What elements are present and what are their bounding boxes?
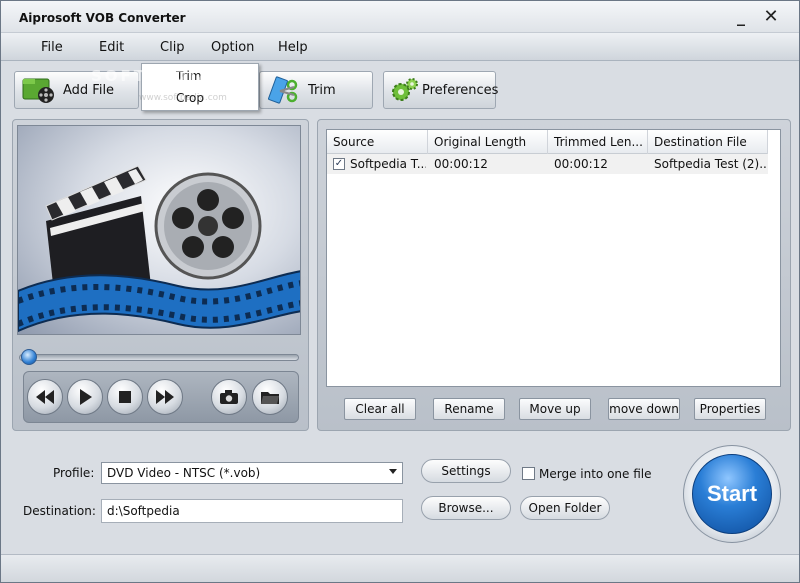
seek-bar[interactable] xyxy=(19,354,299,361)
open-folder-button[interactable]: Open Folder xyxy=(520,496,610,520)
destination-label: Destination: xyxy=(23,504,96,518)
rewind-icon xyxy=(36,390,54,404)
merge-checkbox[interactable] xyxy=(522,467,535,480)
profile-select[interactable]: DVD Video - NTSC (*.vob) xyxy=(101,462,403,484)
column-trimmed-length[interactable]: Trimmed Len... xyxy=(548,130,648,154)
trim-label: Trim xyxy=(308,82,336,98)
preferences-label: Preferences xyxy=(422,82,499,98)
column-source[interactable]: Source xyxy=(327,130,428,154)
menu-option[interactable]: Option xyxy=(211,40,254,55)
seek-thumb[interactable] xyxy=(21,349,37,365)
preferences-button[interactable]: Preferences xyxy=(383,71,499,109)
fast-forward-icon xyxy=(156,390,174,404)
column-destination-file[interactable]: Destination File xyxy=(648,130,768,154)
profile-value: DVD Video - NTSC (*.vob) xyxy=(107,466,261,480)
move-down-button[interactable]: move down xyxy=(608,398,680,420)
minimize-button[interactable]: _ xyxy=(731,7,751,27)
menu-help[interactable]: Help xyxy=(278,40,308,55)
status-bar xyxy=(1,554,799,582)
chevron-down-icon xyxy=(389,469,397,474)
softpedia-watermark-url: www.softpedia.com xyxy=(139,93,227,103)
play-icon xyxy=(80,389,92,405)
trim-button[interactable]: Trim xyxy=(259,71,373,109)
title-bar[interactable]: Aiprosoft VOB Converter _ ✕ xyxy=(1,1,799,33)
fast-forward-button[interactable] xyxy=(147,379,183,415)
folder-icon xyxy=(261,392,279,404)
rename-button[interactable]: Rename xyxy=(433,398,505,420)
cell-source: Softpedia T... xyxy=(350,157,426,171)
close-button[interactable]: ✕ xyxy=(761,7,781,27)
softpedia-watermark: SOFTPEDIA xyxy=(91,67,213,85)
menu-clip[interactable]: Clip xyxy=(160,40,185,55)
stop-button[interactable] xyxy=(107,379,143,415)
gears-icon xyxy=(390,75,420,105)
snapshot-button[interactable] xyxy=(211,379,247,415)
play-button[interactable] xyxy=(67,379,103,415)
merge-label: Merge into one file xyxy=(539,467,652,481)
table-row[interactable]: ✓ Softpedia T... 00:00:12 00:00:12 Softp… xyxy=(327,154,768,174)
add-file-icon xyxy=(21,75,57,105)
cell-trimmed-length: 00:00:12 xyxy=(554,157,608,171)
start-label: Start xyxy=(706,481,758,506)
rewind-button[interactable] xyxy=(27,379,63,415)
menu-edit[interactable]: Edit xyxy=(99,40,124,55)
cell-original-length: 00:00:12 xyxy=(434,157,488,171)
profile-label: Profile: xyxy=(53,466,95,480)
stop-icon xyxy=(119,391,131,403)
start-button-inner: Start xyxy=(692,454,772,534)
clear-all-button[interactable]: Clear all xyxy=(344,398,416,420)
move-up-button[interactable]: Move up xyxy=(519,398,591,420)
column-original-length[interactable]: Original Length xyxy=(428,130,548,154)
destination-input[interactable] xyxy=(101,499,403,523)
video-preview xyxy=(17,125,301,335)
browse-button[interactable]: Browse... xyxy=(421,496,511,520)
scissors-film-icon xyxy=(266,75,302,105)
properties-button[interactable]: Properties xyxy=(694,398,766,420)
window-title: Aiprosoft VOB Converter xyxy=(19,11,186,25)
cell-destination-file: Softpedia Test (2)... xyxy=(654,157,766,171)
file-list[interactable]: Source Original Length Trimmed Len... De… xyxy=(326,129,781,387)
start-button[interactable]: Start xyxy=(683,445,781,543)
menu-bar: File Edit Clip Option Help xyxy=(1,33,799,61)
settings-button[interactable]: Settings xyxy=(421,459,511,483)
open-snapshot-folder-button[interactable] xyxy=(252,379,288,415)
camera-icon xyxy=(220,390,238,404)
file-list-header: Source Original Length Trimmed Len... De… xyxy=(327,130,768,154)
menu-file[interactable]: File xyxy=(41,40,63,55)
row-checkbox[interactable]: ✓ xyxy=(333,158,345,170)
app-window: Aiprosoft VOB Converter _ ✕ File Edit Cl… xyxy=(0,0,800,583)
clapperboard-film-icon xyxy=(18,165,300,333)
